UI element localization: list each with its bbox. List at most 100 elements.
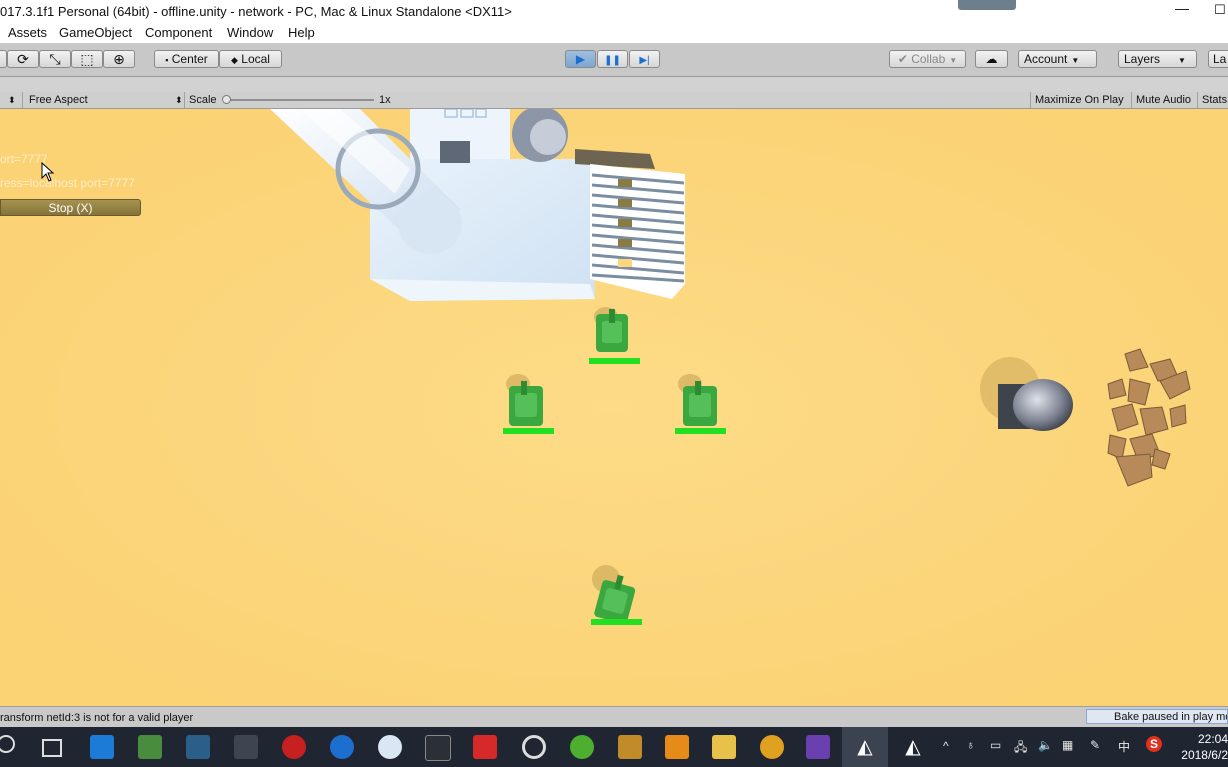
step-button[interactable]: ▶| (629, 50, 660, 68)
keyboard-icon[interactable]: ▦ (1062, 738, 1073, 752)
health-bar-right (675, 428, 726, 434)
system-clock[interactable]: 22:04 2018/6/2 (1180, 731, 1228, 763)
pivot-icon: ▪ (165, 55, 169, 65)
status-bar: ransform netId:3 is not for a valid play… (0, 706, 1228, 728)
menu-component[interactable]: Component (145, 25, 212, 40)
pause-icon: ❚❚ (604, 55, 621, 66)
main-toolbar: ⟳ ⤡ ⬚ ⊕ ▪ Center ◆ Local ▶ ❚❚ ▶| ✔ Colla… (0, 43, 1228, 77)
tray-chevron-icon[interactable]: ^ (943, 739, 949, 753)
cmd-icon[interactable] (425, 735, 451, 761)
sublime-icon[interactable] (618, 735, 642, 759)
play-button[interactable]: ▶ (565, 50, 596, 68)
store-icon[interactable] (90, 735, 114, 759)
battery-icon[interactable]: ▭ (990, 738, 1001, 752)
account-dropdown[interactable]: Account ▼ (1018, 50, 1097, 68)
chevron-updown-icon: ⬍ (175, 95, 183, 105)
maximize-on-play-toggle[interactable]: Maximize On Play (1035, 92, 1124, 108)
minimize-button[interactable]: — (1170, 0, 1194, 22)
clock-date: 2018/6/2 (1181, 748, 1228, 762)
rotate-tool-icon: ⟳ (17, 51, 29, 67)
scale-tool-button[interactable]: ⤡ (39, 50, 71, 68)
sublime-text-icon[interactable] (665, 735, 689, 759)
pivot-center-button[interactable]: ▪ Center (154, 50, 219, 68)
windows-taskbar: ◭ ◭ ^ ♁ ▭ 🖧 🔈 ▦ ✎ 中 S 22:04 2018/6/2 (0, 727, 1228, 767)
menu-gameobject[interactable]: GameObject (59, 25, 132, 40)
scale-slider-track[interactable] (226, 99, 374, 101)
game-viewport[interactable]: ort=7777 ress=localhost port=7777 Stop (… (0, 109, 1228, 706)
menu-window[interactable]: Window (227, 25, 273, 40)
console-message[interactable]: ransform netId:3 is not for a valid play… (0, 712, 193, 724)
unity-icon-2[interactable]: ◭ (901, 735, 925, 759)
sql-icon[interactable] (186, 735, 210, 759)
volume-icon[interactable]: 🔈 (1038, 738, 1053, 752)
unity-icon[interactable]: ◭ (853, 735, 877, 759)
step-icon: ▶| (639, 55, 650, 66)
input-method-icon[interactable]: 中 (1118, 738, 1130, 755)
steam-icon[interactable] (522, 735, 546, 759)
game-scene (0, 109, 1228, 706)
menu-assets[interactable]: Assets (8, 25, 47, 40)
scale-slider-handle[interactable] (222, 95, 231, 104)
menu-help[interactable]: Help (288, 25, 315, 40)
sync-icon[interactable] (570, 735, 594, 759)
pause-button[interactable]: ❚❚ (597, 50, 628, 68)
scale-label: Scale (189, 94, 217, 106)
shield-icon[interactable]: ♁ (966, 738, 975, 752)
pen-icon[interactable]: ✎ (1090, 738, 1100, 752)
scale-tool-icon: ⤡ (49, 51, 61, 67)
check-icon: ✔ (897, 52, 908, 66)
terminal-icon[interactable] (234, 735, 258, 759)
chevron-down-icon: ▼ (1178, 56, 1186, 65)
sogou-icon[interactable]: S (1146, 736, 1162, 752)
edge-icon[interactable] (330, 735, 354, 759)
rotate-tool-button[interactable]: ⟳ (7, 50, 39, 68)
search-icon[interactable] (0, 735, 15, 753)
cube-icon: ◆ (231, 55, 238, 65)
layers-label: Layers (1124, 52, 1161, 66)
health-bar-bottom (591, 619, 642, 625)
restore-button[interactable]: ☐ (1214, 2, 1228, 20)
move-tool-button[interactable] (0, 50, 7, 68)
chevron-down-icon: ▼ (949, 56, 958, 65)
menu-bar: Assets GameObject Component Window Help (0, 22, 1228, 43)
paint-icon[interactable] (378, 735, 402, 759)
game-view-toolbar: ⬍ Free Aspect ⬍ Scale 1x Maximize On Pla… (0, 92, 1228, 109)
mouse-cursor-icon (41, 162, 55, 182)
editor-mini-panel[interactable] (958, 0, 1016, 10)
account-label: Account (1024, 52, 1068, 66)
cloud-icon: ☁ (985, 52, 998, 66)
collab-button[interactable]: ✔ Collab ▼ (889, 50, 966, 68)
explorer-icon[interactable] (712, 735, 736, 759)
network-icon[interactable]: 🖧 (1014, 738, 1027, 759)
play-icon: ▶ (575, 52, 586, 66)
chrome-icon[interactable] (760, 735, 784, 759)
game-view-tab-strip (0, 77, 1228, 93)
rect-tool-button[interactable]: ⬚ (71, 50, 103, 68)
mute-audio-toggle[interactable]: Mute Audio (1136, 92, 1191, 108)
stop-button[interactable]: Stop (X) (0, 199, 141, 216)
window-title: 017.3.1f1 Personal (64bit) - offline.uni… (0, 4, 512, 19)
task-view-icon[interactable] (42, 739, 62, 757)
network-address-label: ress=localhost port=7777 (0, 176, 135, 190)
clock-time: 22:04 (1197, 732, 1228, 746)
health-bar-top (589, 358, 640, 364)
chevron-down-icon: ▼ (1071, 56, 1080, 65)
aspect-label: Free Aspect (29, 94, 88, 106)
bake-status: Bake paused in play mode (1086, 709, 1228, 724)
layers-dropdown[interactable]: Layers ▼ (1118, 50, 1197, 68)
aspect-dropdown[interactable]: Free Aspect ⬍ (29, 92, 183, 108)
transform-tool-icon: ⊕ (113, 51, 125, 67)
video-icon[interactable] (282, 735, 306, 759)
netease-music-icon[interactable] (473, 735, 497, 759)
pivot-local-button[interactable]: ◆ Local (219, 50, 282, 68)
app-icon[interactable] (138, 735, 162, 759)
cloud-button[interactable]: ☁ (975, 50, 1008, 68)
visual-studio-icon[interactable] (806, 735, 830, 759)
transform-tool-button[interactable]: ⊕ (103, 50, 135, 68)
layout-dropdown[interactable]: La (1208, 50, 1228, 68)
stats-toggle[interactable]: Stats (1202, 92, 1227, 108)
window-titlebar: 017.3.1f1 Personal (64bit) - offline.uni… (0, 0, 1228, 22)
display-dropdown-arrow[interactable]: ⬍ (8, 92, 16, 108)
pivot-label: Center (171, 52, 208, 66)
rect-tool-icon: ⬚ (80, 51, 94, 67)
